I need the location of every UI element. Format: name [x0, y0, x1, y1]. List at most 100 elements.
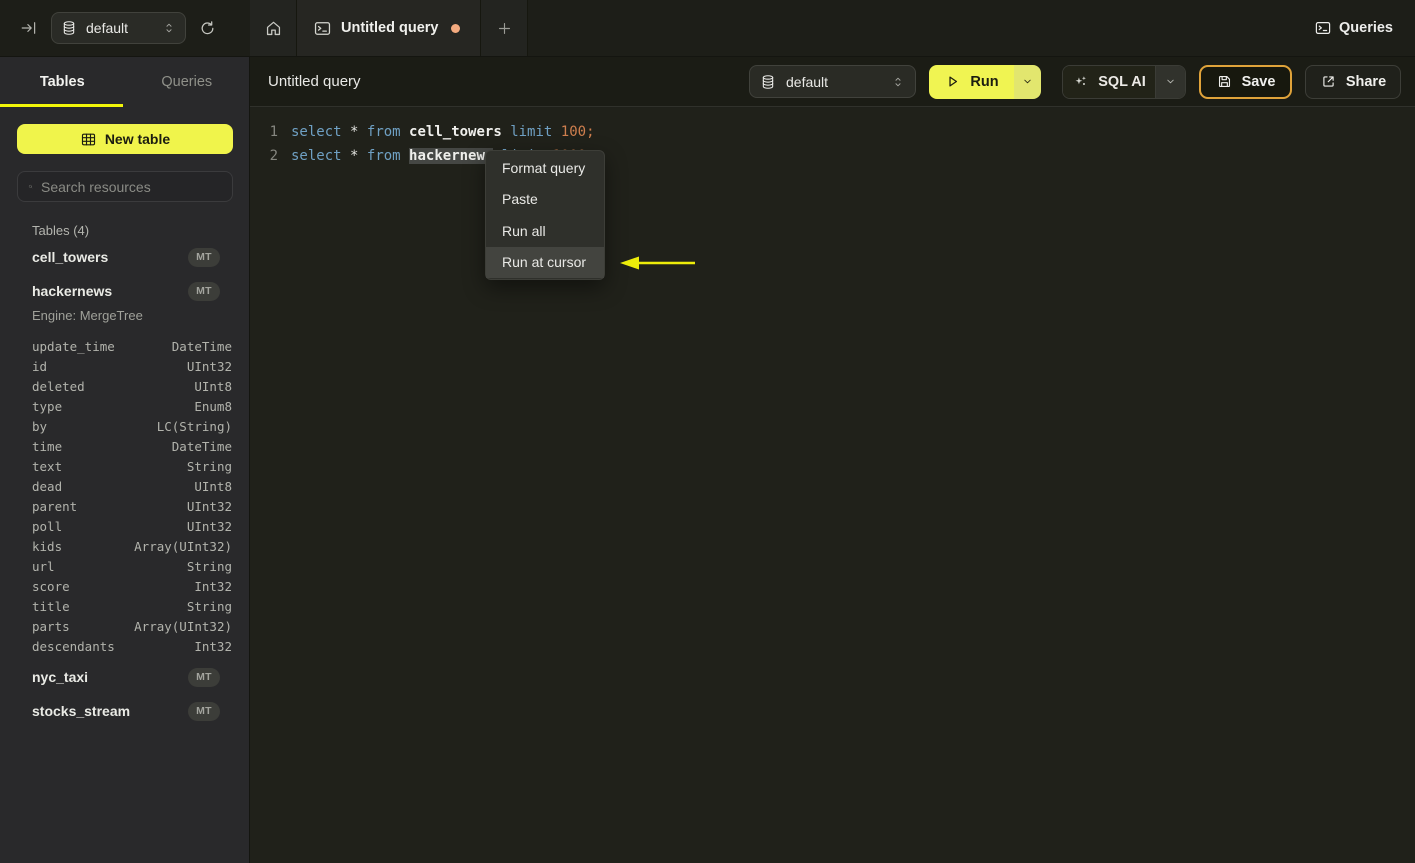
column-name: descendants	[32, 638, 115, 654]
table-row[interactable]: nyc_taxi MT	[0, 660, 249, 694]
chevron-down-icon	[1167, 79, 1174, 84]
search-box	[17, 171, 233, 202]
table-row[interactable]: cell_towers MT	[0, 240, 249, 274]
run-button[interactable]: Run	[929, 64, 1014, 99]
new-table-label: New table	[104, 131, 171, 147]
new-table-button[interactable]: New table	[17, 124, 233, 154]
sql-ai-options-button[interactable]	[1155, 65, 1185, 98]
column-row: text String	[0, 456, 249, 476]
sql-token: select	[291, 124, 342, 140]
active-tab-underline	[0, 104, 123, 107]
sql-ai-button[interactable]: SQL AI	[1063, 65, 1155, 98]
external-link-icon	[1323, 76, 1334, 87]
columns-list: update_time DateTime id UInt32 deleted UInt8 t…	[0, 336, 249, 656]
table-row[interactable]: hackernews MT	[0, 274, 249, 308]
column-row: parts Array(UInt32)	[0, 616, 249, 636]
column-row: type Enum8	[0, 396, 249, 416]
engine-badge: MT	[188, 281, 220, 301]
table-grid-icon	[81, 133, 95, 145]
annotation-arrow-icon	[620, 256, 695, 270]
column-row: id UInt32	[0, 356, 249, 376]
engine-label: Engine: MergeTree	[32, 308, 143, 323]
column-type: String	[186, 558, 232, 574]
sql-ai-button-group: SQL AI	[1062, 64, 1186, 99]
share-label: Share	[1345, 73, 1387, 90]
sql-editor[interactable]: 1 select * from cell_towers limit 100; 2 se…	[250, 108, 1415, 863]
column-name: title	[32, 598, 70, 614]
column-row: by LC(String)	[0, 416, 249, 436]
sql-token: hackernews	[409, 148, 494, 164]
topbar-left: default	[0, 0, 250, 56]
collapse-sidebar-icon[interactable]	[20, 19, 38, 37]
sidebar-body: New table Tables (4) cell_towersMThacker…	[0, 107, 249, 728]
column-type: UInt8	[194, 378, 232, 394]
column-row: title String	[0, 596, 249, 616]
app-window: default Untitled query Queries Tables Qu…	[0, 0, 1415, 863]
share-button[interactable]: Share	[1305, 64, 1401, 99]
new-tab-button[interactable]	[481, 0, 528, 56]
column-row: deleted UInt8	[0, 376, 249, 396]
search-input[interactable]	[41, 178, 222, 195]
queries-label: Queries	[1339, 20, 1393, 36]
tab-untitled-query[interactable]: Untitled query	[297, 0, 481, 56]
column-name: time	[32, 438, 63, 454]
code-line: 1 select * from cell_towers limit 100;	[250, 120, 1415, 144]
column-name: parent	[32, 498, 78, 514]
editor-context-menu: Format query Paste Run all Run at cursor	[485, 150, 605, 280]
run-options-button[interactable]	[1014, 64, 1041, 99]
column-name: text	[32, 458, 63, 474]
save-label: Save	[1241, 73, 1276, 90]
line-number: 1	[269, 124, 278, 140]
sql-token: from	[366, 124, 401, 140]
column-type: Int32	[194, 638, 232, 654]
editor-header: Untitled query default Run SQL AI Save S…	[250, 57, 1415, 107]
home-button[interactable]	[250, 0, 297, 56]
column-name: poll	[32, 518, 63, 534]
sidebar-tab-queries[interactable]: Queries	[125, 57, 250, 107]
queries-button[interactable]: Queries	[1314, 0, 1393, 56]
column-type: Array(UInt32)	[134, 618, 232, 634]
chevron-updown-icon	[891, 75, 905, 89]
context-menu-item-format-query[interactable]: Format query	[486, 152, 604, 184]
column-type: UInt32	[186, 498, 232, 514]
top-bar: default Untitled query Queries	[0, 0, 1415, 57]
line-number: 2	[269, 148, 278, 164]
column-row: descendants Int32	[0, 636, 249, 656]
tables-section-label: Tables (4)	[32, 223, 90, 238]
table-name: nyc_taxi	[32, 669, 89, 685]
database-icon	[760, 74, 776, 90]
sql-token: cell_towers	[409, 124, 502, 140]
sql-token: from	[366, 148, 401, 164]
sidebar: Tables Queries New table Tables (4) cell…	[0, 57, 250, 863]
column-row: dead UInt8	[0, 476, 249, 496]
column-type: UInt8	[194, 478, 232, 494]
editor-database-selector[interactable]: default	[749, 65, 916, 98]
tab-strip: Untitled query	[250, 0, 528, 56]
context-menu-item-run-all[interactable]: Run all	[486, 215, 604, 247]
column-name: url	[32, 558, 55, 574]
chevron-down-icon	[1024, 79, 1031, 84]
column-row: score Int32	[0, 576, 249, 596]
column-type: Array(UInt32)	[134, 538, 232, 554]
column-type: Int32	[194, 578, 232, 594]
context-menu-item-run-at-cursor[interactable]: Run at cursor	[486, 246, 604, 278]
column-name: deleted	[32, 378, 85, 394]
save-button[interactable]: Save	[1199, 64, 1292, 99]
terminal-icon	[313, 19, 332, 38]
column-name: score	[32, 578, 70, 594]
refresh-icon[interactable]	[198, 19, 217, 38]
sidebar-tab-tables[interactable]: Tables	[0, 57, 125, 107]
sparkles-icon	[1075, 76, 1087, 86]
column-name: parts	[32, 618, 70, 634]
sidebar-tabs: Tables Queries	[0, 57, 249, 107]
chevron-updown-icon	[162, 21, 176, 35]
context-menu-item-paste[interactable]: Paste	[486, 184, 604, 216]
column-name: by	[32, 418, 48, 434]
column-name: update_time	[32, 338, 115, 354]
topbar-database-selector[interactable]: default	[51, 12, 186, 44]
sql-token: 100;	[560, 124, 595, 140]
column-type: Enum8	[194, 398, 232, 414]
table-name: stocks_stream	[32, 703, 131, 719]
topbar-database-value: default	[86, 20, 129, 36]
table-row[interactable]: stocks_stream MT	[0, 694, 249, 728]
